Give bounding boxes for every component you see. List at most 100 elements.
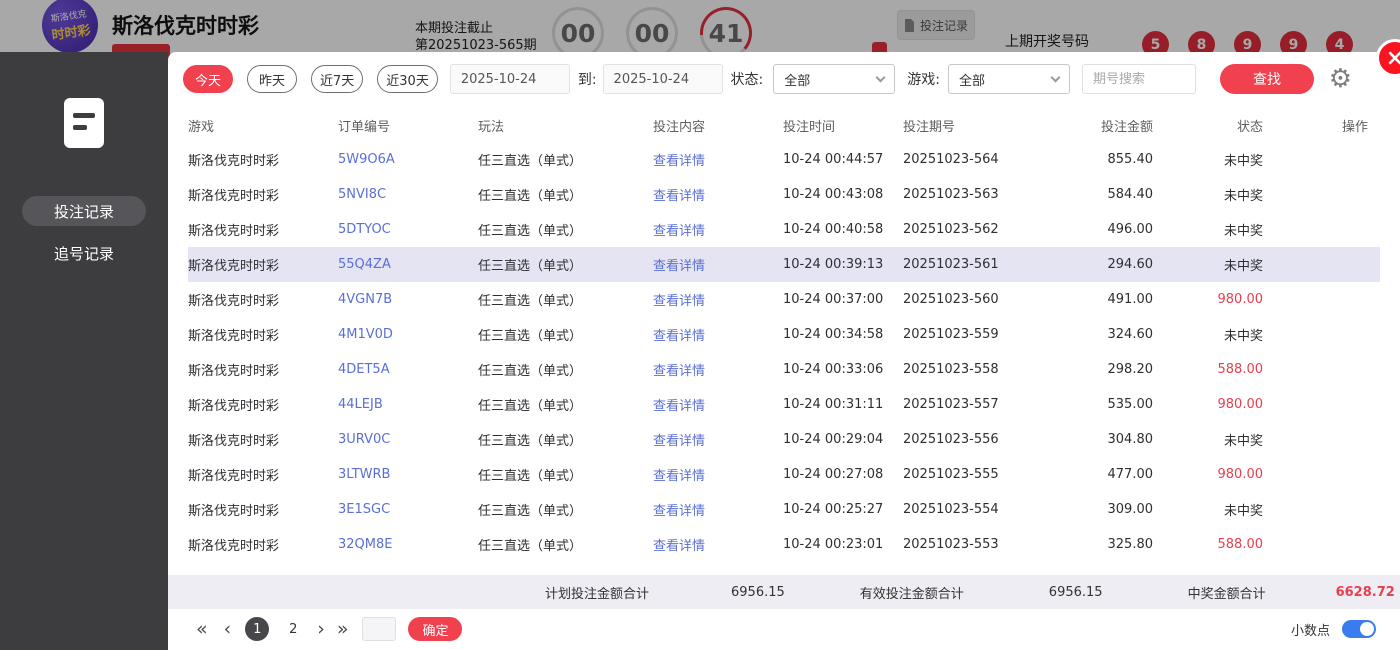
page-number[interactable]: 1 xyxy=(245,617,269,641)
valid-total-label: 有效投注金额合计 xyxy=(860,583,964,602)
view-detail-link[interactable]: 查看详情 xyxy=(653,504,705,519)
quick-filter-button[interactable]: 近30天 xyxy=(377,65,438,93)
prev-page-button[interactable]: ‹ xyxy=(224,620,232,639)
column-header: 投注内容 xyxy=(653,108,783,142)
cell-issue: 20251023-562 xyxy=(903,212,1053,247)
valid-total-value: 6956.15 xyxy=(1049,585,1103,600)
cell-issue: 20251023-560 xyxy=(903,282,1053,317)
cell-issue: 20251023-564 xyxy=(903,142,1053,177)
cell-status: 未中奖 xyxy=(1153,247,1263,282)
page-list: 12 xyxy=(245,617,305,641)
cell-detail: 查看详情 xyxy=(653,212,783,247)
cell-time: 10-24 00:37:00 xyxy=(783,282,903,317)
view-detail-link[interactable]: 查看详情 xyxy=(653,224,705,239)
win-total-value: 6628.72 xyxy=(1336,585,1395,600)
quick-filter-button[interactable]: 今天 xyxy=(183,65,233,93)
view-detail-link[interactable]: 查看详情 xyxy=(653,364,705,379)
cell-play: 任三直选（单式） xyxy=(478,352,653,387)
chevron-down-icon xyxy=(876,72,886,82)
order-link[interactable]: 4M1V0D xyxy=(338,327,393,342)
game-select[interactable]: 全部 xyxy=(948,64,1070,94)
cell-amount: 298.20 xyxy=(1053,352,1153,387)
order-link[interactable]: 5DTYOC xyxy=(338,222,391,237)
cell-operation xyxy=(1263,457,1380,492)
cell-operation xyxy=(1263,352,1380,387)
page-jump-input[interactable] xyxy=(362,617,396,641)
cell-time: 10-24 00:31:11 xyxy=(783,387,903,422)
order-link[interactable]: 3URV0C xyxy=(338,432,390,447)
view-detail-link[interactable]: 查看详情 xyxy=(653,539,705,554)
view-detail-link[interactable]: 查看详情 xyxy=(653,329,705,344)
column-header: 投注时间 xyxy=(783,108,903,142)
header-row: 游戏订单编号玩法投注内容投注时间投注期号投注金额状态操作 xyxy=(188,108,1380,142)
cell-detail: 查看详情 xyxy=(653,282,783,317)
cell-operation xyxy=(1263,142,1380,177)
table-row: 斯洛伐克时时彩5DTYOC任三直选（单式）查看详情10-24 00:40:582… xyxy=(188,212,1380,247)
column-header: 订单编号 xyxy=(338,108,478,142)
cell-detail: 查看详情 xyxy=(653,177,783,212)
last-page-button[interactable]: » xyxy=(337,620,349,639)
order-link[interactable]: 4DET5A xyxy=(338,362,390,377)
cell-play: 任三直选（单式） xyxy=(478,282,653,317)
table-row: 斯洛伐克时时彩4VGN7B任三直选（单式）查看详情10-24 00:37:002… xyxy=(188,282,1380,317)
status-label: 状态: xyxy=(731,69,764,89)
cell-time: 10-24 00:39:13 xyxy=(783,247,903,282)
order-link[interactable]: 4VGN7B xyxy=(338,292,392,307)
cell-status: 未中奖 xyxy=(1153,177,1263,212)
status-select[interactable]: 全部 xyxy=(773,64,895,94)
view-detail-link[interactable]: 查看详情 xyxy=(653,154,705,169)
date-from-input[interactable] xyxy=(450,64,570,94)
column-header: 投注金额 xyxy=(1053,108,1153,142)
sidebar-item[interactable]: 投注记录 xyxy=(22,196,146,226)
column-header: 玩法 xyxy=(478,108,653,142)
view-detail-link[interactable]: 查看详情 xyxy=(653,294,705,309)
quick-filter-button[interactable]: 昨天 xyxy=(247,65,297,93)
cell-order: 5DTYOC xyxy=(338,212,478,247)
cell-operation xyxy=(1263,492,1380,527)
toggle-knob-icon xyxy=(1360,622,1374,636)
cell-issue: 20251023-555 xyxy=(903,457,1053,492)
view-detail-link[interactable]: 查看详情 xyxy=(653,399,705,414)
order-link[interactable]: 3LTWRB xyxy=(338,467,390,482)
order-link[interactable]: 3E1SGC xyxy=(338,502,390,517)
order-link[interactable]: 55Q4ZA xyxy=(338,257,391,272)
view-detail-link[interactable]: 查看详情 xyxy=(653,259,705,274)
cell-amount: 309.00 xyxy=(1053,492,1153,527)
cell-operation xyxy=(1263,387,1380,422)
view-detail-link[interactable]: 查看详情 xyxy=(653,469,705,484)
cell-time: 10-24 00:33:06 xyxy=(783,352,903,387)
sidebar-item[interactable]: 追号记录 xyxy=(22,238,146,268)
first-page-button[interactable]: « xyxy=(196,620,208,639)
view-detail-link[interactable]: 查看详情 xyxy=(653,189,705,204)
order-link[interactable]: 5W9O6A xyxy=(338,152,395,167)
cell-status: 未中奖 xyxy=(1153,492,1263,527)
order-link[interactable]: 5NVI8C xyxy=(338,187,386,202)
gear-icon[interactable]: ⚙ xyxy=(1329,66,1352,92)
cell-game: 斯洛伐克时时彩 xyxy=(188,212,338,247)
date-to-input[interactable] xyxy=(603,64,723,94)
table-row: 斯洛伐克时时彩55Q4ZA任三直选（单式）查看详情10-24 00:39:132… xyxy=(188,247,1380,282)
confirm-button[interactable]: 确定 xyxy=(408,617,462,641)
search-button[interactable]: 查找 xyxy=(1220,64,1314,94)
game-label: 游戏: xyxy=(907,69,940,89)
view-detail-link[interactable]: 查看详情 xyxy=(653,434,705,449)
to-label: 到: xyxy=(578,69,597,89)
cell-time: 10-24 00:43:08 xyxy=(783,177,903,212)
cell-order: 3URV0C xyxy=(338,422,478,457)
cell-amount: 325.80 xyxy=(1053,527,1153,562)
page-number[interactable]: 2 xyxy=(281,617,305,641)
bet-records-modal: 今天昨天近7天近30天 到: 状态: 全部 游戏: 全部 查找 ⚙ 游戏订单编号… xyxy=(168,52,1400,650)
quick-filter-button[interactable]: 近7天 xyxy=(311,65,363,93)
column-header: 游戏 xyxy=(188,108,338,142)
next-page-button[interactable]: › xyxy=(317,620,325,639)
order-link[interactable]: 32QM8E xyxy=(338,537,392,552)
cell-issue: 20251023-558 xyxy=(903,352,1053,387)
summary-bar: 计划投注金额合计 6956.15 有效投注金额合计 6956.15 中奖金额合计… xyxy=(168,575,1400,609)
cell-status: 未中奖 xyxy=(1153,422,1263,457)
issue-search-input[interactable] xyxy=(1082,64,1196,94)
order-link[interactable]: 44LEJB xyxy=(338,397,383,412)
decimal-toggle[interactable] xyxy=(1342,620,1376,638)
cell-amount: 304.80 xyxy=(1053,422,1153,457)
cell-status: 未中奖 xyxy=(1153,142,1263,177)
cell-amount: 496.00 xyxy=(1053,212,1153,247)
